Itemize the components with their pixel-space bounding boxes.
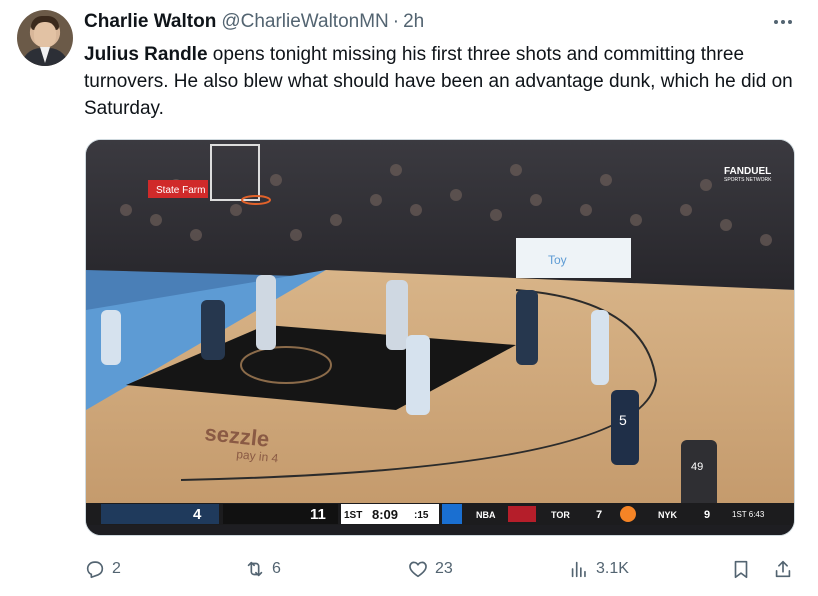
reply-count: 2 (112, 560, 121, 577)
other-game-status: 1ST 6:43 (732, 510, 765, 519)
league-label: NBA (476, 510, 496, 520)
svg-text:Toy: Toy (548, 253, 567, 267)
views-button[interactable]: 3.1K (568, 555, 629, 583)
period: 1ST (344, 510, 362, 521)
scorebug: 4 11 1ST 8:09 :15 NBA TOR 7 NYK 9 1ST 6:… (86, 503, 794, 525)
retweet-button[interactable]: 6 (244, 555, 281, 583)
heart-icon (409, 561, 427, 578)
basketball-court-frame: Toy State Farm FANDUEL SPORTS NETWORK se… (86, 140, 794, 535)
other-score2: 9 (704, 509, 710, 521)
tweet-timestamp[interactable]: 2h (403, 11, 424, 33)
referee-number: 49 (691, 461, 703, 473)
shot-clock: :15 (414, 510, 429, 521)
tweet-text: Julius Randle opens tonight missing his … (84, 41, 796, 122)
other-team2: NYK (658, 510, 678, 520)
fanduel-logo: FANDUEL (724, 166, 771, 177)
separator-dot: · (392, 11, 400, 32)
home-score: 4 (193, 506, 202, 523)
views-icon (571, 561, 586, 578)
game-clock: 8:09 (372, 507, 398, 522)
bookmark-icon (734, 560, 748, 579)
tweet-card[interactable]: Charlie Walton @CharlieWaltonMN · 2h Jul… (0, 0, 818, 596)
like-count: 23 (435, 560, 453, 577)
more-icon[interactable] (770, 12, 796, 32)
avatar[interactable] (17, 10, 73, 66)
reply-button[interactable]: 2 (84, 555, 121, 583)
bookmark-button[interactable] (730, 555, 752, 583)
retweet-icon (247, 561, 263, 577)
action-bar: 2 6 23 3.1K (84, 555, 796, 583)
retweet-count: 6 (272, 560, 281, 577)
video-media[interactable]: Toy State Farm FANDUEL SPORTS NETWORK se… (85, 139, 795, 536)
author-name[interactable]: Charlie Walton (84, 11, 216, 33)
away-score: 11 (310, 506, 326, 523)
mention-bold: Julius Randle (84, 44, 208, 65)
share-icon (775, 560, 791, 578)
author-handle[interactable]: @CharlieWaltonMN (221, 11, 388, 33)
like-button[interactable]: 23 (407, 555, 453, 583)
statefarm-text: State Farm (156, 185, 205, 196)
reply-icon (86, 561, 104, 579)
fanduel-sub: SPORTS NETWORK (724, 177, 772, 183)
other-score1: 7 (596, 509, 602, 521)
jersey-number: 5 (619, 412, 627, 428)
views-count: 3.1K (596, 560, 629, 577)
tweet-header: Charlie Walton @CharlieWaltonMN · 2h (84, 11, 424, 33)
other-team1: TOR (551, 510, 570, 520)
share-button[interactable] (772, 555, 794, 583)
